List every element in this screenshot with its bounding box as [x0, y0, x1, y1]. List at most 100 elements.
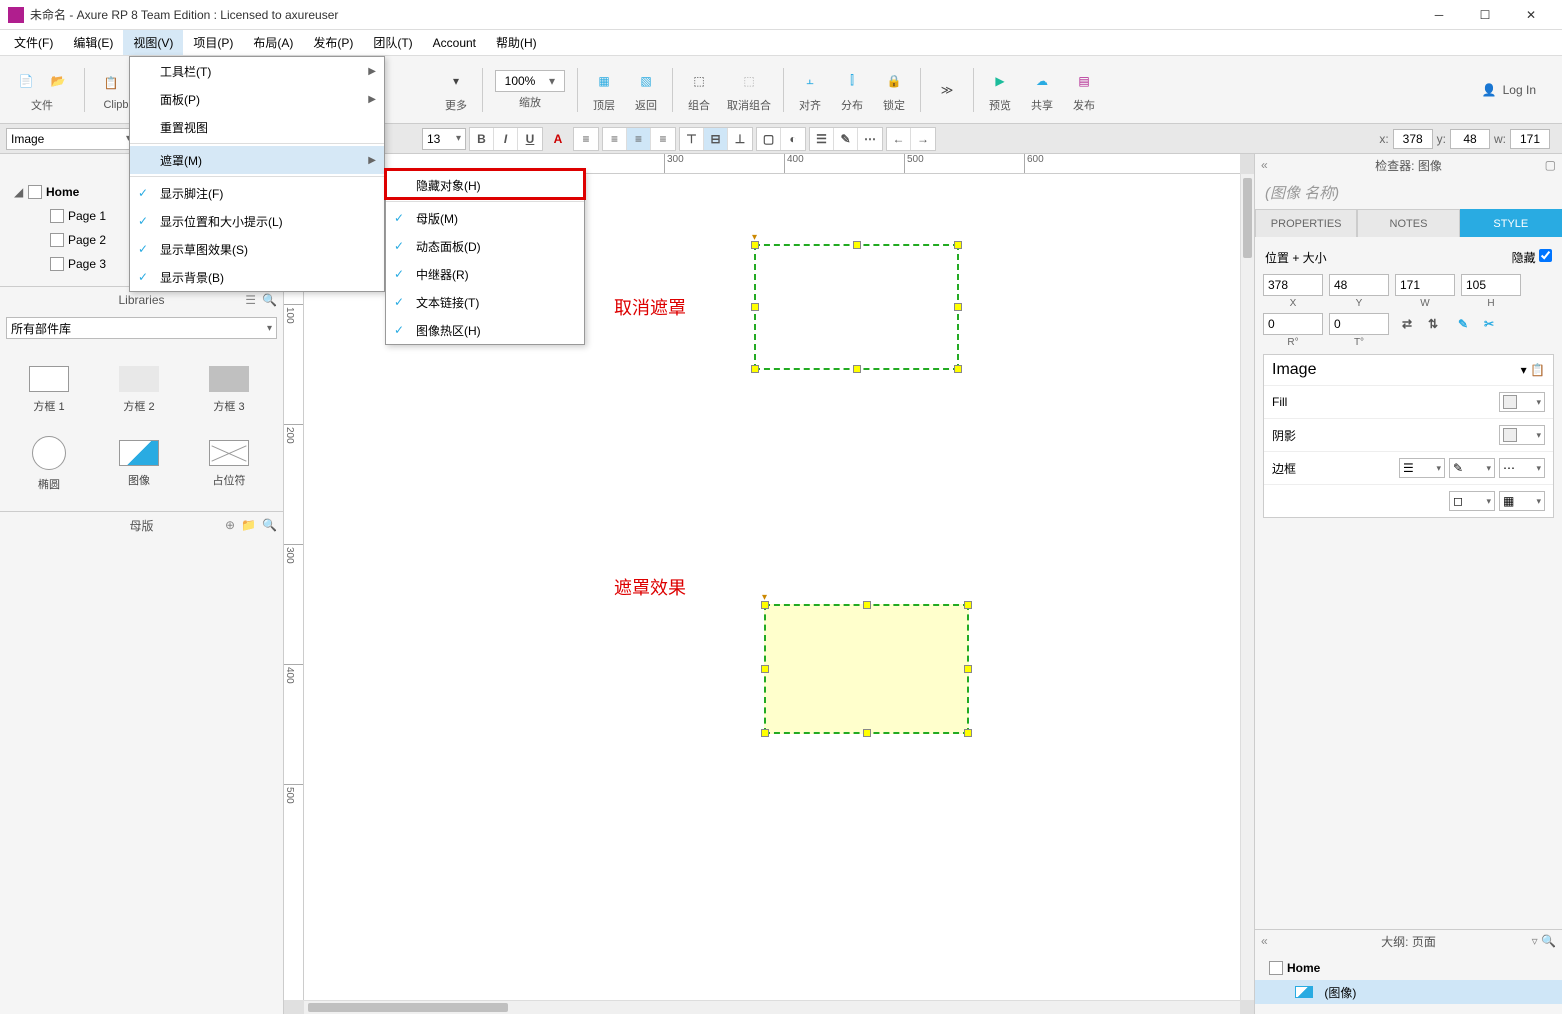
scrollbar-vertical[interactable] — [1240, 174, 1254, 1000]
border-width-picker[interactable]: ☰▾ — [1399, 458, 1445, 478]
resize-handle[interactable] — [964, 601, 972, 609]
menu-account[interactable]: Account — [423, 32, 486, 54]
coord-w-input[interactable] — [1510, 129, 1550, 149]
line-start-button[interactable]: ← — [887, 128, 911, 150]
coord-y-input[interactable] — [1450, 129, 1490, 149]
resize-handle[interactable] — [863, 601, 871, 609]
resize-handle[interactable] — [751, 303, 759, 311]
slice-icon[interactable]: ✂ — [1477, 313, 1501, 335]
resize-handle[interactable] — [853, 365, 861, 373]
bullet-list-button[interactable]: ≡ — [574, 128, 598, 150]
border-visibility-picker[interactable]: ▦▾ — [1499, 491, 1545, 511]
border-width-button[interactable]: ☰ — [810, 128, 834, 150]
rotation-input[interactable] — [1263, 313, 1323, 335]
zoom-input[interactable]: ▾ — [495, 70, 565, 92]
pos-h-input[interactable] — [1461, 274, 1521, 296]
paste-icon[interactable]: 📋 — [97, 69, 125, 97]
corner-radius-picker[interactable]: ◻▾ — [1449, 491, 1495, 511]
outline-root[interactable]: Home — [1255, 956, 1562, 980]
align-right-button[interactable]: ≡ — [651, 128, 675, 150]
lib-search-icon[interactable]: 🔍 — [262, 293, 277, 307]
ungroup-icon[interactable]: ⬚ — [735, 67, 763, 95]
send-back-icon[interactable]: ▧ — [632, 67, 660, 95]
collapse-outline-icon[interactable]: « — [1261, 934, 1268, 948]
fill-color-picker[interactable]: ▾ — [1499, 392, 1545, 412]
share-icon[interactable]: ☁ — [1028, 67, 1056, 95]
lib-menu-icon[interactable]: ☰ — [245, 293, 256, 307]
flip-h-icon[interactable]: ⇄ — [1395, 313, 1419, 335]
login-button[interactable]: 👤Log In — [1462, 83, 1556, 97]
close-button[interactable]: ✕ — [1508, 0, 1554, 30]
pos-x-input[interactable] — [1263, 274, 1323, 296]
valign-top-button[interactable]: ⊤ — [680, 128, 704, 150]
resize-handle[interactable] — [964, 729, 972, 737]
menu-reset-view[interactable]: 重置视图 — [130, 113, 384, 141]
open-file-icon[interactable]: 📂 — [44, 67, 72, 95]
menu-team[interactable]: 团队(T) — [363, 30, 422, 55]
minimize-button[interactable]: ─ — [1416, 0, 1462, 30]
scrollbar-horizontal[interactable] — [304, 1000, 1240, 1014]
maximize-button[interactable]: ☐ — [1462, 0, 1508, 30]
new-file-icon[interactable]: 📄 — [12, 67, 40, 95]
align-center-button[interactable]: ≡ — [627, 128, 651, 150]
fill-color-button[interactable]: ▢ — [757, 128, 781, 150]
resize-handle[interactable] — [751, 365, 759, 373]
menu-file[interactable]: 文件(F) — [4, 30, 63, 55]
menu-panels[interactable]: 面板(P)▶ — [130, 85, 384, 113]
menu-mask-masters[interactable]: ✓母版(M) — [386, 204, 626, 232]
resize-handle[interactable] — [751, 241, 759, 249]
group-icon[interactable]: ⬚ — [685, 67, 713, 95]
inspector-menu-icon[interactable]: ▢ — [1545, 158, 1556, 172]
menu-view[interactable]: 视图(V) — [123, 30, 183, 55]
menu-show-background[interactable]: ✓显示背景(B) — [130, 263, 384, 291]
border-style-picker[interactable]: ⋯▾ — [1499, 458, 1545, 478]
bold-button[interactable]: B — [470, 128, 494, 150]
add-master-icon[interactable]: ⊕ — [225, 518, 235, 532]
border-color-picker[interactable]: ✎▾ — [1449, 458, 1495, 478]
collapse-inspector-icon[interactable]: « — [1261, 158, 1268, 172]
flip-v-icon[interactable]: ⇅ — [1421, 313, 1445, 335]
font-size-selector[interactable]: 13▾ — [422, 128, 466, 150]
style-dropdown-icon[interactable]: ▾ — [1521, 363, 1527, 377]
hidden-checkbox[interactable] — [1539, 249, 1552, 262]
underline-button[interactable]: U — [518, 128, 542, 150]
menu-edit[interactable]: 编辑(E) — [63, 30, 123, 55]
publish-icon[interactable]: ▤ — [1070, 67, 1098, 95]
menu-mask-repeater[interactable]: ✓中继器(R) — [386, 260, 626, 288]
outline-filter-icon[interactable]: ▿ — [1532, 934, 1538, 948]
selected-widget-1[interactable]: ▾ — [754, 244, 959, 370]
widget-name-input[interactable]: (图像 名称) — [1255, 176, 1562, 209]
menu-mask-hotspot[interactable]: ✓图像热区(H) — [386, 316, 626, 344]
menu-publish[interactable]: 发布(P) — [303, 30, 363, 55]
distribute-icon[interactable]: ⫿ — [838, 67, 866, 95]
widget-style-selector[interactable]: Image▾ — [6, 128, 136, 150]
border-style-button[interactable]: ⋯ — [858, 128, 882, 150]
tab-properties[interactable]: PROPERTIES — [1255, 209, 1357, 237]
line-end-button[interactable]: → — [911, 128, 935, 150]
lib-widget-placeholder[interactable]: 占位符 — [184, 427, 274, 501]
selected-widget-2[interactable]: ▾ — [764, 604, 969, 734]
text-rotation-input[interactable] — [1329, 313, 1389, 335]
align-icon[interactable]: ⫠ — [796, 67, 824, 95]
outline-item-image[interactable]: (图像) — [1255, 980, 1562, 1004]
library-selector[interactable]: 所有部件库▾ — [6, 317, 277, 339]
resize-handle[interactable] — [863, 729, 871, 737]
menu-mask-dynamic[interactable]: ✓动态面板(D) — [386, 232, 626, 260]
valign-bottom-button[interactable]: ⊥ — [728, 128, 752, 150]
pos-w-input[interactable] — [1395, 274, 1455, 296]
menu-project[interactable]: 项目(P) — [183, 30, 243, 55]
masters-search-icon[interactable]: 🔍 — [262, 518, 277, 532]
resize-handle[interactable] — [853, 241, 861, 249]
preview-icon[interactable]: ▶ — [986, 67, 1014, 95]
align-left-button[interactable]: ≡ — [603, 128, 627, 150]
crop-icon[interactable]: ✎ — [1451, 313, 1475, 335]
font-color-button[interactable]: A — [546, 128, 570, 150]
tab-notes[interactable]: NOTES — [1357, 209, 1459, 237]
menu-show-location[interactable]: ✓显示位置和大小提示(L) — [130, 207, 384, 235]
tab-style[interactable]: STYLE — [1460, 209, 1562, 237]
resize-handle[interactable] — [761, 665, 769, 673]
menu-show-footnotes[interactable]: ✓显示脚注(F) — [130, 179, 384, 207]
resize-handle[interactable] — [761, 601, 769, 609]
menu-mask[interactable]: 遮罩(M)▶ — [130, 146, 384, 174]
valign-middle-button[interactable]: ⊟ — [704, 128, 728, 150]
